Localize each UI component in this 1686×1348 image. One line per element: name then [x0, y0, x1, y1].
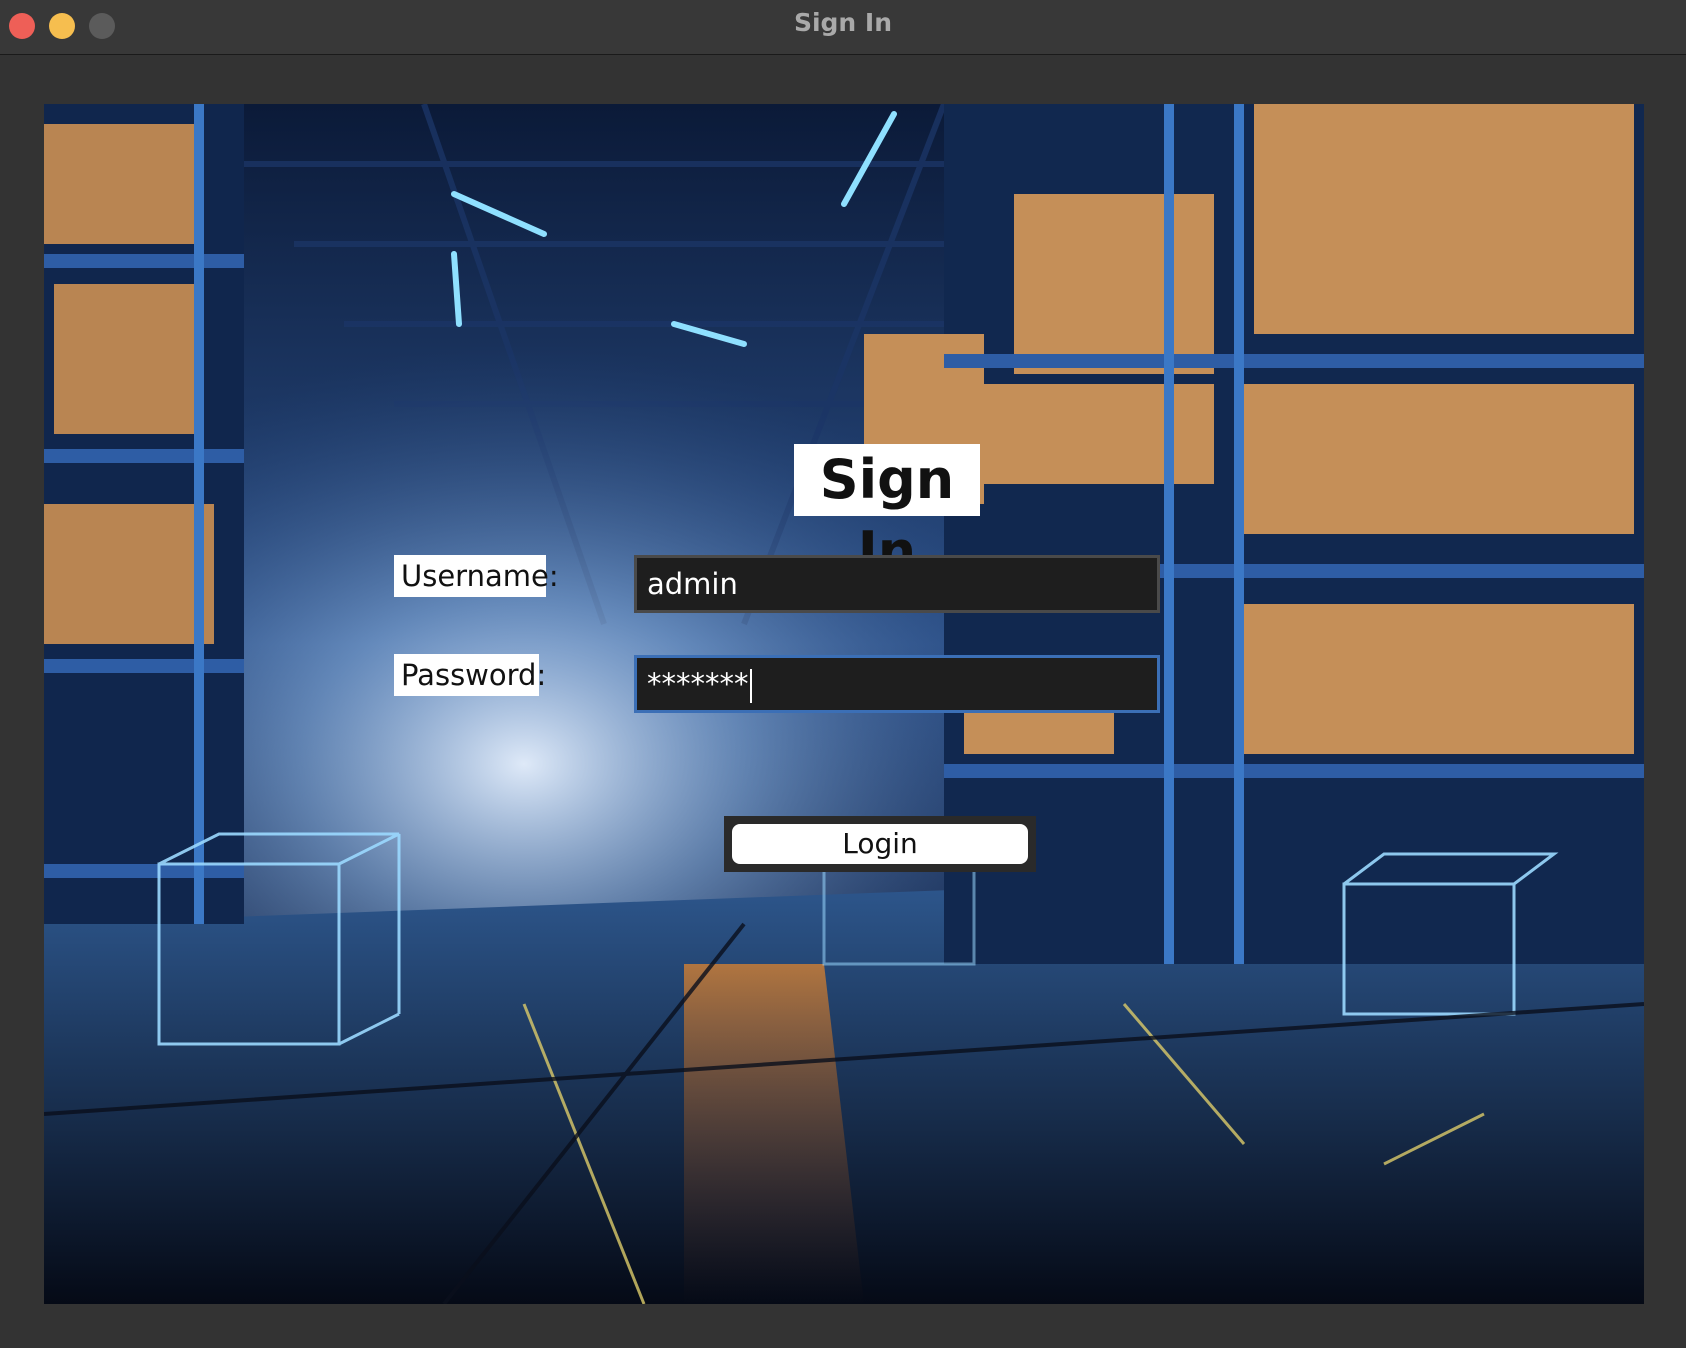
password-field[interactable]: ******* [634, 655, 1160, 713]
window-title: Sign In [793, 8, 893, 37]
sign-in-heading: Sign In [794, 444, 980, 583]
sign-in-panel: Sign In Username: admin Password: ******… [44, 104, 1644, 1304]
text-caret [749, 669, 752, 703]
title-bar: Sign In [0, 0, 1686, 55]
username-label: Username: [394, 555, 559, 597]
password-value: ******* [647, 667, 749, 701]
username-field[interactable]: admin [634, 555, 1160, 613]
password-label: Password: [394, 654, 546, 696]
app-window: Sign In Sign In Username: admin Password… [0, 0, 1686, 1348]
login-button-frame: Login [724, 816, 1036, 872]
username-value: admin [647, 567, 738, 601]
login-button[interactable]: Login [732, 824, 1028, 864]
